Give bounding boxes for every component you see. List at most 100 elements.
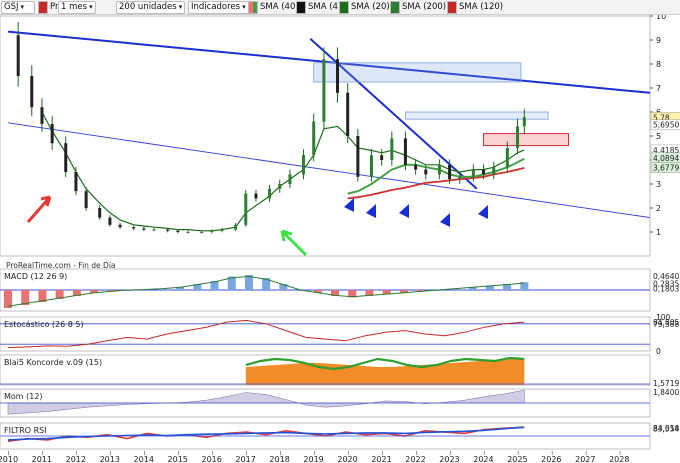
y-tick-label: 10 — [656, 15, 666, 21]
price-candle — [268, 188, 272, 199]
sma120-color-swatch[interactable] — [447, 1, 457, 14]
price-candle — [322, 59, 326, 122]
toolbar: GSJ Precio SMA (40) SMA (4) SMA (20) SMA… — [0, 0, 680, 15]
stoch-title: Estocástico (26 8 5) — [4, 320, 84, 329]
sma200-color-swatch[interactable] — [390, 1, 400, 14]
price-swatch[interactable] — [38, 1, 48, 14]
price-candle — [414, 164, 418, 170]
price-candle — [50, 124, 54, 144]
panel-frame-2 — [0, 316, 651, 352]
x-tick-label: 2022 — [405, 455, 425, 463]
price-candle — [142, 228, 146, 230]
x-tick-label: 2017 — [235, 455, 255, 463]
price-candle — [312, 121, 316, 156]
price-candle — [288, 174, 292, 184]
price-candle — [302, 155, 306, 175]
x-tick-label: 2016 — [201, 455, 221, 463]
x-tick-label: 2013 — [100, 455, 120, 463]
price-candle — [458, 176, 462, 180]
price-candle — [98, 208, 102, 218]
units-dropdown[interactable]: 200 unidades — [116, 1, 186, 14]
koncorde-tag-label: 1,5719 — [653, 379, 679, 388]
price-candle — [471, 169, 475, 177]
price-candle — [220, 229, 224, 231]
y-tick-label: 7 — [656, 84, 661, 93]
price-candle — [346, 92, 350, 136]
stoch-y-tick: 0 — [656, 347, 661, 356]
y-tick-label: 2 — [656, 204, 661, 213]
sma200-label: SMA (200) — [402, 2, 447, 12]
x-tick-label: 2011 — [32, 455, 52, 463]
macd-title: MACD (12 26 9) — [4, 272, 67, 281]
source-label: ProRealTime.com - Fin de Día — [6, 261, 116, 270]
sma40-label: SMA (40) — [260, 2, 299, 12]
symbol-select[interactable]: GSJ — [1, 1, 35, 14]
price-candle — [132, 227, 136, 229]
stoch-tag-label: 79,388 — [653, 320, 679, 329]
price-candle — [74, 172, 78, 192]
y-tick-label: 3 — [656, 180, 661, 189]
target-zone — [483, 133, 569, 147]
price-candle — [64, 143, 68, 172]
price-candle — [492, 167, 496, 175]
price-candle — [30, 76, 34, 108]
x-tick-label: 2020 — [337, 455, 357, 463]
x-tick-label: 2018 — [269, 455, 289, 463]
indicators-button[interactable]: Indicadores — [188, 1, 249, 14]
price-candle — [390, 138, 394, 160]
price-candle — [380, 155, 384, 160]
sma120-label: SMA (120) — [459, 2, 504, 12]
resistance-zone — [313, 62, 522, 83]
price-candle — [437, 164, 441, 175]
x-tick-label: 2026 — [541, 455, 561, 463]
rsi-title: FILTRO RSI — [4, 426, 47, 435]
price-candle — [166, 229, 170, 231]
macd-tag-label: 0,1803 — [653, 285, 679, 294]
price-tag-label: 3,6779 — [653, 164, 679, 173]
price-candle — [448, 164, 452, 180]
x-tick-label: 2015 — [168, 455, 188, 463]
price-candle — [278, 184, 282, 189]
x-tick-label: 2010 — [0, 455, 18, 463]
momentum-tag-label: 1,8400 — [653, 388, 679, 397]
period-dropdown[interactable]: 1 mes — [58, 1, 96, 14]
price-tag-label: 4,0894 — [653, 154, 679, 163]
x-tick-label: 2023 — [439, 455, 459, 463]
price-candle — [424, 169, 428, 175]
price-candle — [356, 136, 360, 177]
price-tag-label: 5,6950 — [653, 121, 679, 130]
sma4-label: SMA (4) — [308, 2, 342, 12]
y-tick-label: 1 — [656, 228, 661, 237]
x-tick-label: 2014 — [134, 455, 154, 463]
price-candle — [403, 138, 407, 165]
x-tick-label: 2024 — [473, 455, 493, 463]
price-candle — [244, 193, 248, 225]
chart-area: 123456789105,785,69504,41854,08943,67792… — [0, 15, 680, 463]
y-tick-label: 5 — [656, 132, 661, 141]
x-tick-label: 2012 — [66, 455, 86, 463]
x-tick-label: 2028 — [609, 455, 629, 463]
rsi-tag-label: 83,554 — [653, 424, 679, 433]
resistance-zone-small — [405, 111, 549, 120]
price-candle — [254, 193, 258, 199]
price-candle — [369, 155, 373, 177]
price-candle — [200, 232, 204, 233]
price-candle — [505, 148, 509, 168]
y-tick-label: 9 — [656, 36, 661, 45]
sma40-color-swatch[interactable] — [248, 1, 258, 14]
y-tick-label: 8 — [656, 60, 661, 69]
price-candle — [210, 230, 214, 232]
sma20-color-swatch[interactable] — [339, 1, 349, 14]
momentum-title: Mom (12) — [4, 392, 43, 401]
x-tick-label: 2025 — [507, 455, 527, 463]
price-candle — [522, 117, 526, 127]
price-candle — [118, 224, 122, 228]
sma4-color-swatch[interactable] — [296, 1, 306, 14]
price-candle — [40, 107, 44, 124]
price-candle — [186, 232, 190, 233]
price-candle — [176, 230, 180, 232]
price-candle — [84, 191, 88, 208]
price-candle — [16, 35, 20, 76]
price-candle — [108, 217, 112, 225]
sma20-label: SMA (20) — [351, 2, 390, 12]
